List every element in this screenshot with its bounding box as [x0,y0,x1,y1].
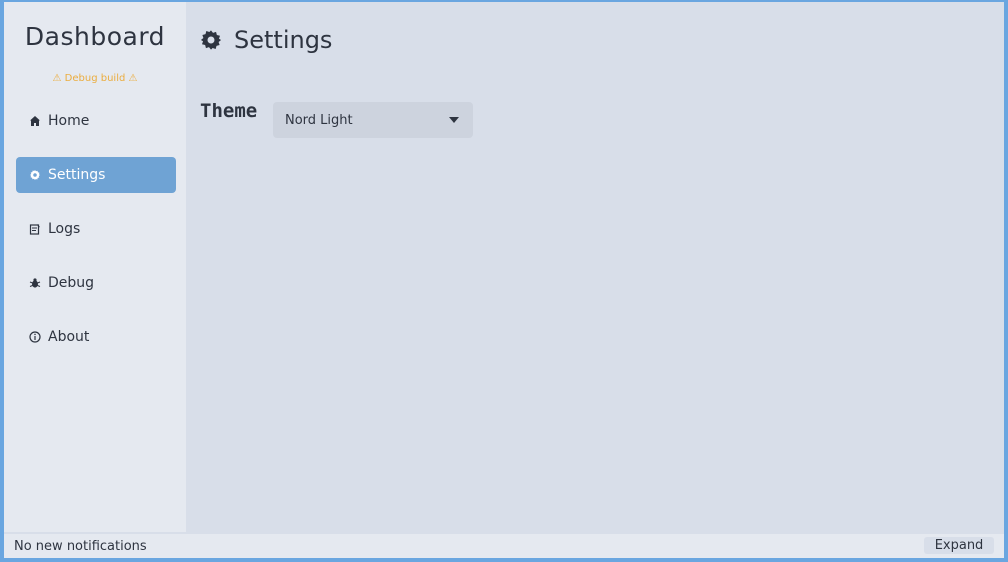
app-title: Dashboard [24,22,166,51]
sidebar-item-debug[interactable]: Debug [16,265,176,301]
page-header: Settings [200,24,332,56]
sidebar-item-label: About [48,329,90,345]
sidebar-item-settings[interactable]: Settings [16,157,176,193]
sidebar-item-label: Settings [48,167,106,183]
sidebar-item-label: Debug [48,275,95,291]
sidebar-item-label: Home [48,113,90,129]
theme-select[interactable]: Nord Light [273,102,473,138]
bug-icon [29,277,41,289]
sidebar-item-about[interactable]: About [16,319,176,355]
theme-label: Theme [200,100,258,122]
home-icon [29,115,41,127]
status-bar: No new notifications Expand [4,534,1004,558]
sidebar-item-label: Logs [48,221,81,237]
gear-icon [29,169,41,181]
expand-button[interactable]: Expand [924,537,994,554]
sidebar: Dashboard ⚠ Debug build ⚠ Home Settings … [4,2,186,532]
info-icon [29,331,41,343]
page-title: Settings [234,26,333,54]
sidebar-item-logs[interactable]: Logs [16,211,176,247]
gear-icon [200,30,222,50]
caret-down-icon [449,117,459,123]
debug-build-warning: ⚠ Debug build ⚠ [52,73,138,84]
theme-select-value: Nord Light [285,112,353,128]
log-icon [29,223,41,235]
notification-status: No new notifications [14,538,147,554]
app-window: Dashboard ⚠ Debug build ⚠ Home Settings … [4,2,1004,558]
sidebar-item-home[interactable]: Home [16,103,176,139]
